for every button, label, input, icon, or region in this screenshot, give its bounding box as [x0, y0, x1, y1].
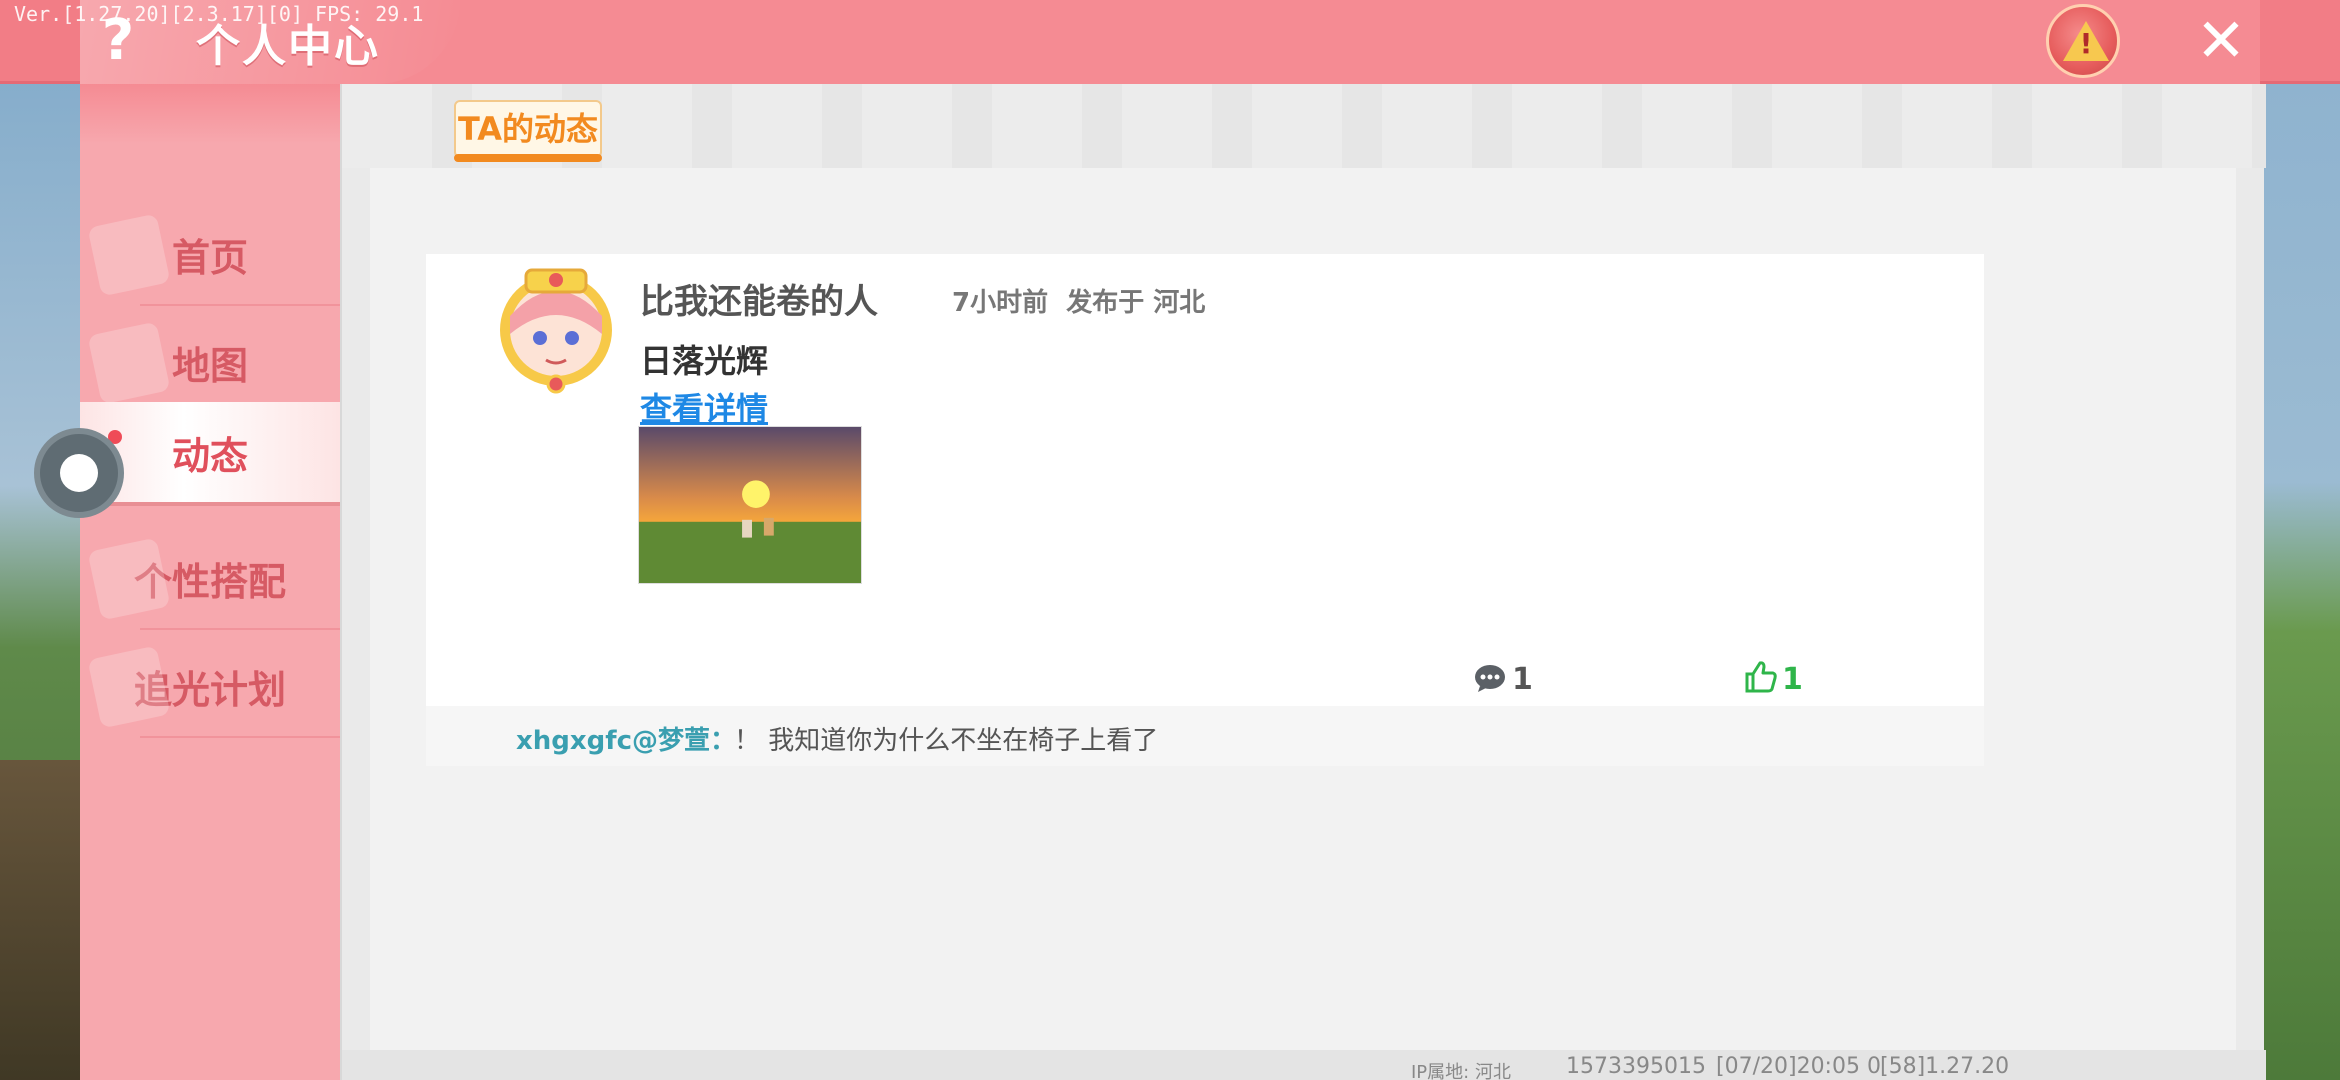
sidebar-item-label: 动态 — [171, 433, 248, 478]
sidebar-item-outfit[interactable]: 个性搭配 — [80, 526, 340, 630]
sidebar: 首页 地图 动态 个性搭配 追光计划 — [80, 84, 340, 1080]
post-time: 7小时前 — [952, 288, 1049, 318]
main-panel: 比我还能卷的人 7小时前 发布于 河北 日落光辉 查看详情 1 1 xhgxgf… — [340, 84, 2266, 1080]
warning-button[interactable]: ! — [2046, 4, 2120, 78]
light-plan-icon — [87, 645, 171, 729]
timestamp: [07/20]20:05 0 — [1716, 1054, 1881, 1079]
header-bar: Ver.[1.27.20][2.3.17][0] FPS: 29.1 ? 个人中… — [0, 0, 2340, 84]
house-icon — [87, 213, 171, 297]
close-icon[interactable]: ✕ — [2188, 8, 2254, 74]
page-title: 个人中心 — [196, 21, 380, 72]
panel-pattern — [342, 84, 2266, 168]
post-location: 发布于 河北 — [1066, 288, 1206, 318]
sidebar-item-home[interactable]: 首页 — [80, 202, 340, 306]
tab-ta-feed[interactable]: TA的动态 — [454, 100, 602, 158]
post-image[interactable] — [638, 426, 862, 584]
comment-icon[interactable] — [1474, 664, 1506, 692]
sidebar-item-chase-light[interactable]: 追光计划 — [80, 634, 340, 738]
joystick-knob[interactable] — [60, 454, 98, 492]
sidebar-item-label: 地图 — [171, 343, 248, 388]
tab-underline — [454, 154, 602, 162]
comment-text: ！ 我知道你为什么不坐在椅子上看了 — [734, 726, 1159, 756]
post-card[interactable]: 比我还能卷的人 7小时前 发布于 河北 日落光辉 查看详情 1 1 — [426, 254, 1984, 706]
view-details-link[interactable]: 查看详情 — [640, 384, 768, 430]
sidebar-item-label: 首页 — [171, 235, 248, 280]
ip-location: IP属地: 河北 — [1411, 1062, 1511, 1080]
question-icon[interactable]: ? — [92, 10, 144, 72]
sidebar-item-map[interactable]: 地图 — [80, 310, 340, 414]
user-id: 1573395015 — [1566, 1054, 1706, 1079]
comment-user[interactable]: xhgxgfc@梦萱： — [516, 720, 736, 757]
background-scene-right — [2264, 84, 2340, 1080]
post-meta: 7小时前 发布于 河北 — [952, 282, 1205, 319]
outfit-icon — [87, 537, 171, 621]
comment-row[interactable]: xhgxgfc@梦萱： ！ 我知道你为什么不坐在椅子上看了 — [426, 706, 1984, 766]
exclamation-icon: ! — [2079, 27, 2093, 60]
post-title: 比我还能卷的人 — [640, 282, 878, 322]
post-text: 日落光辉 — [640, 342, 769, 380]
avatar[interactable] — [486, 256, 626, 396]
feed-content-area[interactable]: 比我还能卷的人 7小时前 发布于 河北 日落光辉 查看详情 1 1 xhgxgf… — [370, 168, 2236, 1052]
floating-joystick[interactable] — [34, 428, 124, 518]
thumbs-up-icon[interactable] — [1744, 660, 1778, 694]
map-icon — [87, 321, 171, 405]
like-count: 1 — [1782, 662, 1803, 697]
background-building — [0, 760, 80, 1080]
build-version: [58]1.27.20 — [1880, 1054, 2010, 1079]
comment-count: 1 — [1512, 662, 1533, 697]
